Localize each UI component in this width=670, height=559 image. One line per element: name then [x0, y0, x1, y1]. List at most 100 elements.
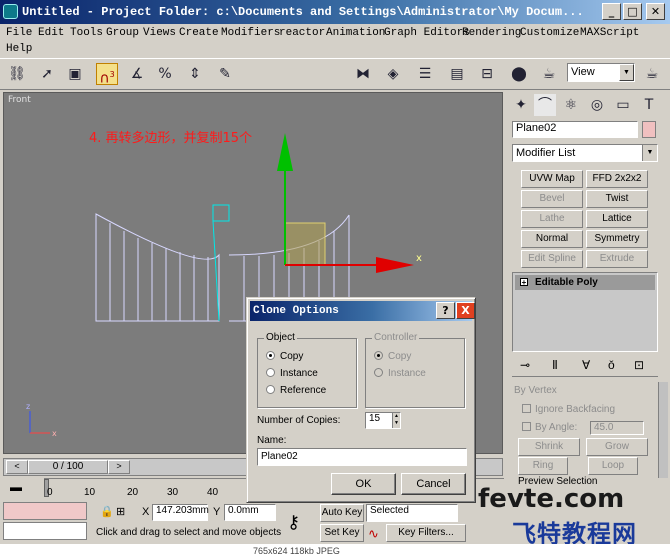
dialog-close-button[interactable]: X — [456, 302, 475, 319]
curve-editor-icon[interactable]: ▤ — [446, 63, 468, 85]
motion-tab-icon[interactable]: ◎ — [586, 94, 608, 116]
bevel-button[interactable]: Bevel — [521, 190, 583, 208]
copies-spinner[interactable]: 15 ▲ ▼ — [365, 412, 401, 429]
menu-tools[interactable]: Tools — [70, 27, 103, 39]
box-icon[interactable]: ▣ — [64, 63, 86, 85]
select-icon[interactable]: ➚ — [36, 63, 58, 85]
snap-magnet-icon[interactable]: ∩3 — [96, 63, 118, 87]
mirror-icon[interactable]: ⧓ — [352, 63, 374, 85]
angle-input[interactable]: 45.0 — [590, 421, 644, 435]
percent-snap-icon[interactable]: % — [154, 63, 176, 85]
hierarchy-tab-icon[interactable]: ⚛ — [560, 94, 582, 116]
app-icon[interactable] — [3, 4, 18, 19]
menu-customize[interactable]: Customize — [520, 27, 579, 39]
object-color-swatch[interactable] — [642, 121, 656, 138]
twist-button[interactable]: Twist — [586, 190, 648, 208]
loop-button[interactable]: Loop — [588, 457, 638, 475]
remove-modifier-icon[interactable]: ǒ — [608, 358, 615, 372]
pin-stack-icon[interactable]: ⊸ — [520, 358, 530, 372]
link-icon[interactable]: ⛓ — [6, 63, 28, 85]
utilities-tab-icon[interactable]: T — [638, 94, 660, 116]
maxscript-mini[interactable] — [3, 522, 87, 540]
menu-help[interactable]: Help — [6, 43, 32, 55]
lock-selection-icon[interactable]: 🔒 — [100, 505, 114, 518]
symmetry-button[interactable]: Symmetry — [586, 230, 648, 248]
panel-scrollbar[interactable] — [658, 382, 668, 478]
object-name-field[interactable]: Plane02 — [512, 121, 638, 138]
lathe-button[interactable]: Lathe — [521, 210, 583, 228]
lattice-button[interactable]: Lattice — [586, 210, 648, 228]
radio-dot — [266, 351, 275, 360]
trackbar-toggle-icon[interactable]: ▬ — [10, 480, 22, 494]
minimize-button[interactable]: _ — [602, 3, 621, 20]
menu-file[interactable]: File — [6, 27, 32, 39]
ring-button[interactable]: Ring — [518, 457, 568, 475]
ok-button[interactable]: OK — [331, 473, 396, 495]
show-end-result-icon[interactable]: Ⅱ — [552, 358, 558, 372]
shrink-button[interactable]: Shrink — [518, 438, 580, 456]
edit-spline-button[interactable]: Edit Spline — [521, 250, 583, 268]
uvw-map-button[interactable]: UVW Map — [521, 170, 583, 188]
menu-animation[interactable]: Animation — [326, 27, 385, 39]
stack-tools: ⊸ Ⅱ ∀ ǒ ⊡ — [512, 355, 658, 377]
align-icon[interactable]: ◈ — [382, 63, 404, 85]
next-frame-button[interactable]: > — [108, 460, 130, 474]
controller-instance-radio[interactable]: Instance — [374, 368, 426, 379]
help-button[interactable]: ? — [436, 302, 455, 319]
ignore-backfacing-checkbox[interactable]: Ignore Backfacing — [522, 404, 615, 415]
quick-render-icon[interactable]: ☕ — [641, 63, 663, 85]
prev-frame-button[interactable]: < — [6, 460, 28, 474]
command-panel: ✦ ⌒ ⚛ ◎ ▭ T Plane02 Modifier List ▼ UVW M… — [508, 92, 670, 478]
create-tab-icon[interactable]: ✦ — [510, 94, 532, 116]
ffd-button[interactable]: FFD 2x2x2 — [586, 170, 648, 188]
menu-maxscript[interactable]: MAXScript — [580, 27, 639, 39]
object-copy-radio[interactable]: Copy — [266, 351, 303, 362]
display-tab-icon[interactable]: ▭ — [612, 94, 634, 116]
key-mode-icon[interactable]: ∿ — [368, 526, 379, 542]
named-selection-icon[interactable]: ✎ — [214, 63, 236, 85]
key-filters-button[interactable]: Key Filters... — [386, 524, 466, 542]
maxscript-listener[interactable] — [3, 502, 87, 520]
menu-rendering[interactable]: Rendering — [462, 27, 521, 39]
stack-item-editable-poly[interactable]: + Editable Poly — [515, 275, 655, 290]
render-setup-icon[interactable]: ☕ — [538, 63, 560, 85]
y-coordinate-field[interactable]: 0.0mm — [224, 504, 276, 521]
spinner-snap-icon[interactable]: ⇕ — [184, 63, 206, 85]
cancel-button[interactable]: Cancel — [401, 473, 466, 495]
angle-snap-icon[interactable]: ∡ — [126, 63, 148, 85]
menu-group[interactable]: Group — [106, 27, 139, 39]
x-coordinate-field[interactable]: 147.203mm — [152, 504, 209, 521]
normal-button[interactable]: Normal — [521, 230, 583, 248]
make-unique-icon[interactable]: ∀ — [582, 358, 590, 372]
maximize-button[interactable]: □ — [623, 3, 642, 20]
name-input[interactable]: Plane02 — [257, 448, 467, 466]
menu-create[interactable]: Create — [179, 27, 219, 39]
schematic-icon[interactable]: ⊟ — [476, 63, 498, 85]
absolute-mode-icon[interactable]: ⊞ — [116, 505, 125, 518]
expand-icon[interactable]: + — [520, 278, 528, 287]
controller-copy-radio[interactable]: Copy — [374, 351, 411, 362]
by-angle-checkbox[interactable]: By Angle: — [522, 422, 577, 433]
auto-key-button[interactable]: Auto Key — [320, 504, 364, 522]
object-reference-radio[interactable]: Reference — [266, 385, 326, 396]
layers-icon[interactable]: ☰ — [414, 63, 436, 85]
extrude-button[interactable]: Extrude — [586, 250, 648, 268]
key-icon[interactable]: ⚷ — [287, 512, 300, 533]
render-view-combo[interactable]: View ▼ — [567, 63, 635, 82]
material-editor-icon[interactable]: ⬤ — [508, 63, 530, 85]
modify-tab-icon[interactable]: ⌒ — [534, 94, 556, 116]
modifier-list-combo[interactable]: Modifier List ▼ — [512, 144, 658, 162]
configure-sets-icon[interactable]: ⊡ — [634, 358, 644, 372]
spinner-arrows-icon[interactable]: ▲ ▼ — [392, 413, 400, 428]
grow-button[interactable]: Grow — [586, 438, 648, 456]
time-slider-thumb[interactable]: 0 / 100 — [28, 460, 108, 474]
menu-views[interactable]: Views — [143, 27, 176, 39]
menu-graph-editors[interactable]: Graph Editors — [384, 27, 470, 39]
menu-modifiers[interactable]: Modifiers — [221, 27, 280, 39]
selected-combo[interactable]: Selected — [366, 504, 458, 522]
object-instance-radio[interactable]: Instance — [266, 368, 318, 379]
close-button[interactable]: ✕ — [646, 3, 665, 20]
menu-reactor[interactable]: reactor — [279, 27, 325, 39]
set-key-button[interactable]: Set Key — [320, 524, 364, 542]
menu-edit[interactable]: Edit — [38, 27, 64, 39]
